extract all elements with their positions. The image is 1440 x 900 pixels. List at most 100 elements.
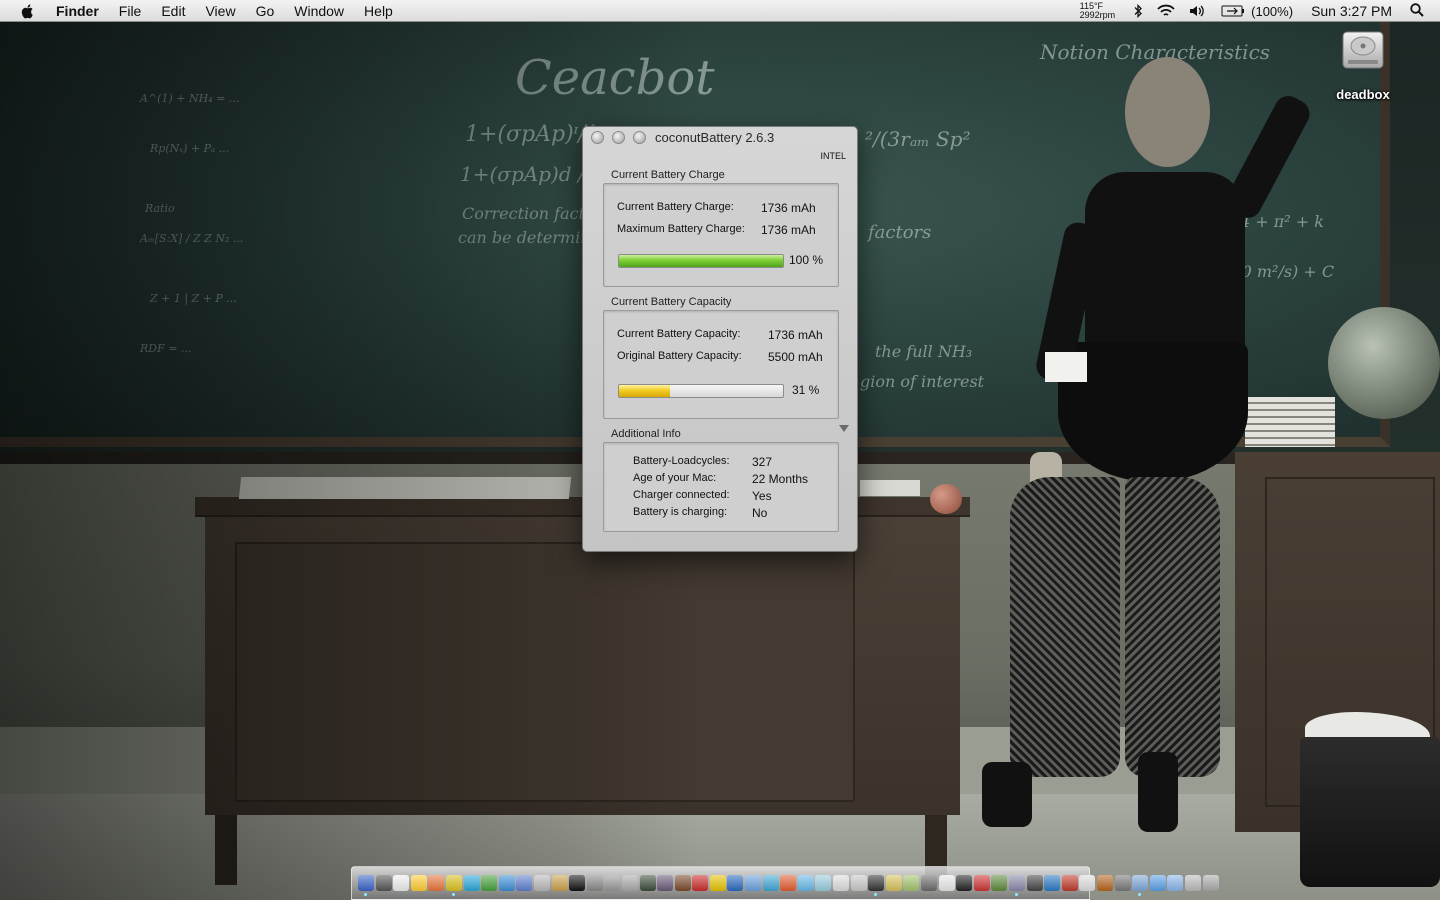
dock-app-icon[interactable] bbox=[1008, 875, 1025, 896]
dock-app-icon[interactable] bbox=[780, 875, 797, 891]
current-charge-value: 1736 mAh bbox=[761, 201, 816, 215]
battery-percentage[interactable]: (100%) bbox=[1251, 4, 1293, 19]
dock-app-icon[interactable] bbox=[604, 875, 621, 891]
dock-app-icon[interactable] bbox=[727, 875, 744, 891]
dock-app-icon[interactable] bbox=[569, 875, 586, 891]
battery-icon[interactable] bbox=[1221, 5, 1245, 17]
dock-app-icon[interactable] bbox=[850, 875, 867, 891]
dock-app-icon[interactable] bbox=[903, 875, 920, 891]
desktop-disk-icon[interactable]: deadbox bbox=[1330, 30, 1396, 102]
dock-app-icon[interactable] bbox=[885, 875, 902, 891]
capacity-box: Current Battery Capacity: 1736 mAh Origi… bbox=[603, 310, 839, 419]
menu-edit[interactable]: Edit bbox=[161, 3, 185, 19]
fan-speed-reading: 2992rpm bbox=[1079, 10, 1116, 20]
menu-clock[interactable]: Sun 3:27 PM bbox=[1311, 3, 1392, 19]
menu-bar: Finder File Edit View Go Window Help 115… bbox=[0, 0, 1440, 22]
menu-view[interactable]: View bbox=[205, 3, 235, 19]
dock-app-icon[interactable] bbox=[639, 875, 656, 891]
dock-app-icon[interactable] bbox=[481, 875, 498, 891]
dock-app-icon[interactable] bbox=[833, 875, 850, 891]
zoom-button[interactable] bbox=[633, 131, 646, 144]
menu-app-name[interactable]: Finder bbox=[56, 3, 99, 19]
bluetooth-icon[interactable] bbox=[1133, 4, 1143, 18]
dock-app-icon[interactable] bbox=[621, 875, 638, 891]
dock-app-icon[interactable] bbox=[1202, 875, 1219, 891]
dock-app-icon[interactable] bbox=[815, 875, 832, 891]
wifi-icon[interactable] bbox=[1157, 4, 1175, 18]
running-indicator bbox=[451, 893, 455, 896]
dock-app-icon[interactable] bbox=[1114, 875, 1131, 891]
charge-box: Current Battery Charge: 1736 mAh Maximum… bbox=[603, 183, 839, 287]
menu-extras: 115°F 2992rpm (100%) Sun 3:27 PM bbox=[1080, 0, 1440, 22]
running-indicator bbox=[364, 893, 367, 896]
dock-app-icon[interactable] bbox=[1149, 875, 1166, 891]
dock-app-icon[interactable] bbox=[1026, 875, 1043, 891]
apple bbox=[930, 484, 962, 514]
info-box: Battery-Loadcycles: 327 Age of your Mac:… bbox=[603, 442, 839, 532]
disclosure-triangle-icon[interactable] bbox=[839, 425, 849, 432]
dock-app-icon[interactable] bbox=[375, 875, 392, 891]
mac-age-label: Age of your Mac: bbox=[633, 472, 717, 484]
dock-app-icon[interactable] bbox=[1044, 875, 1061, 891]
current-charge-label: Current Battery Charge: bbox=[617, 201, 734, 213]
capacity-section-title: Current Battery Capacity bbox=[611, 296, 732, 308]
menu-file[interactable]: File bbox=[119, 3, 142, 19]
dock-app-icon[interactable] bbox=[445, 875, 462, 896]
menu-help[interactable]: Help bbox=[364, 3, 393, 19]
max-charge-label: Maximum Battery Charge: bbox=[617, 223, 745, 235]
menu-go[interactable]: Go bbox=[256, 3, 275, 19]
dock-app-icon[interactable] bbox=[674, 875, 691, 891]
dock-app-icon[interactable] bbox=[1096, 875, 1113, 891]
globe bbox=[1328, 307, 1440, 419]
platform-label: INTEL bbox=[820, 151, 846, 161]
spotlight-icon[interactable] bbox=[1410, 2, 1424, 20]
dock-app-icon[interactable] bbox=[1167, 875, 1184, 891]
dock-app-icon[interactable] bbox=[393, 875, 410, 891]
dock-app-icon[interactable] bbox=[956, 875, 973, 891]
dock-app-icon[interactable] bbox=[692, 875, 709, 891]
dock-app-icon[interactable] bbox=[586, 875, 603, 891]
dock-app-icon[interactable] bbox=[463, 875, 480, 891]
dock-app-icon[interactable] bbox=[498, 875, 515, 891]
dock-app-icon[interactable] bbox=[551, 875, 568, 891]
loadcycles-value: 327 bbox=[752, 455, 773, 469]
charging-value: No bbox=[752, 506, 768, 520]
capacity-percent: 31 % bbox=[792, 383, 820, 397]
dock-app-icon[interactable] bbox=[410, 875, 427, 891]
dock-app-icon[interactable] bbox=[709, 875, 726, 891]
dock bbox=[351, 866, 1219, 900]
loadcycles-label: Battery-Loadcycles: bbox=[633, 455, 730, 467]
minimize-button[interactable] bbox=[612, 131, 625, 144]
dock-app-icon[interactable] bbox=[868, 875, 885, 896]
dock-app-icon[interactable] bbox=[991, 875, 1008, 891]
dock-app-icon[interactable] bbox=[762, 875, 779, 891]
dock-app-icon[interactable] bbox=[1079, 875, 1096, 891]
dock-app-icon[interactable] bbox=[938, 875, 955, 891]
volume-icon[interactable] bbox=[1189, 4, 1207, 18]
dock-app-icon[interactable] bbox=[428, 875, 445, 891]
dock-app-icon[interactable] bbox=[358, 875, 374, 896]
dock-app-icon[interactable] bbox=[533, 875, 550, 891]
dock-app-icon[interactable] bbox=[921, 875, 937, 891]
papers bbox=[860, 480, 920, 496]
dock-app-icon[interactable] bbox=[973, 875, 990, 891]
window-title: coconutBattery 2.6.3 bbox=[655, 130, 775, 145]
dock-app-icon[interactable] bbox=[516, 875, 533, 891]
dock-app-icon[interactable] bbox=[797, 875, 814, 891]
close-button[interactable] bbox=[591, 131, 604, 144]
menu-window[interactable]: Window bbox=[294, 3, 344, 19]
coconutbattery-window: coconutBattery 2.6.3 INTEL Current Batte… bbox=[582, 126, 858, 552]
dock-app-icon[interactable] bbox=[1132, 875, 1149, 896]
window-titlebar[interactable]: coconutBattery 2.6.3 bbox=[583, 127, 857, 149]
dock-app-icon[interactable] bbox=[745, 875, 762, 891]
charger-connected-value: Yes bbox=[752, 489, 772, 503]
charge-progress-bar bbox=[618, 254, 784, 268]
original-capacity-label: Original Battery Capacity: bbox=[617, 350, 742, 362]
dock-app-icon[interactable] bbox=[1184, 875, 1201, 891]
apple-icon[interactable] bbox=[20, 3, 36, 19]
disk-label: deadbox bbox=[1336, 87, 1390, 102]
temperature-monitor[interactable]: 115°F 2992rpm bbox=[1080, 2, 1116, 20]
dock-app-icon[interactable] bbox=[657, 875, 674, 891]
dock-app-icon[interactable] bbox=[1061, 875, 1078, 891]
running-indicator bbox=[874, 893, 878, 896]
